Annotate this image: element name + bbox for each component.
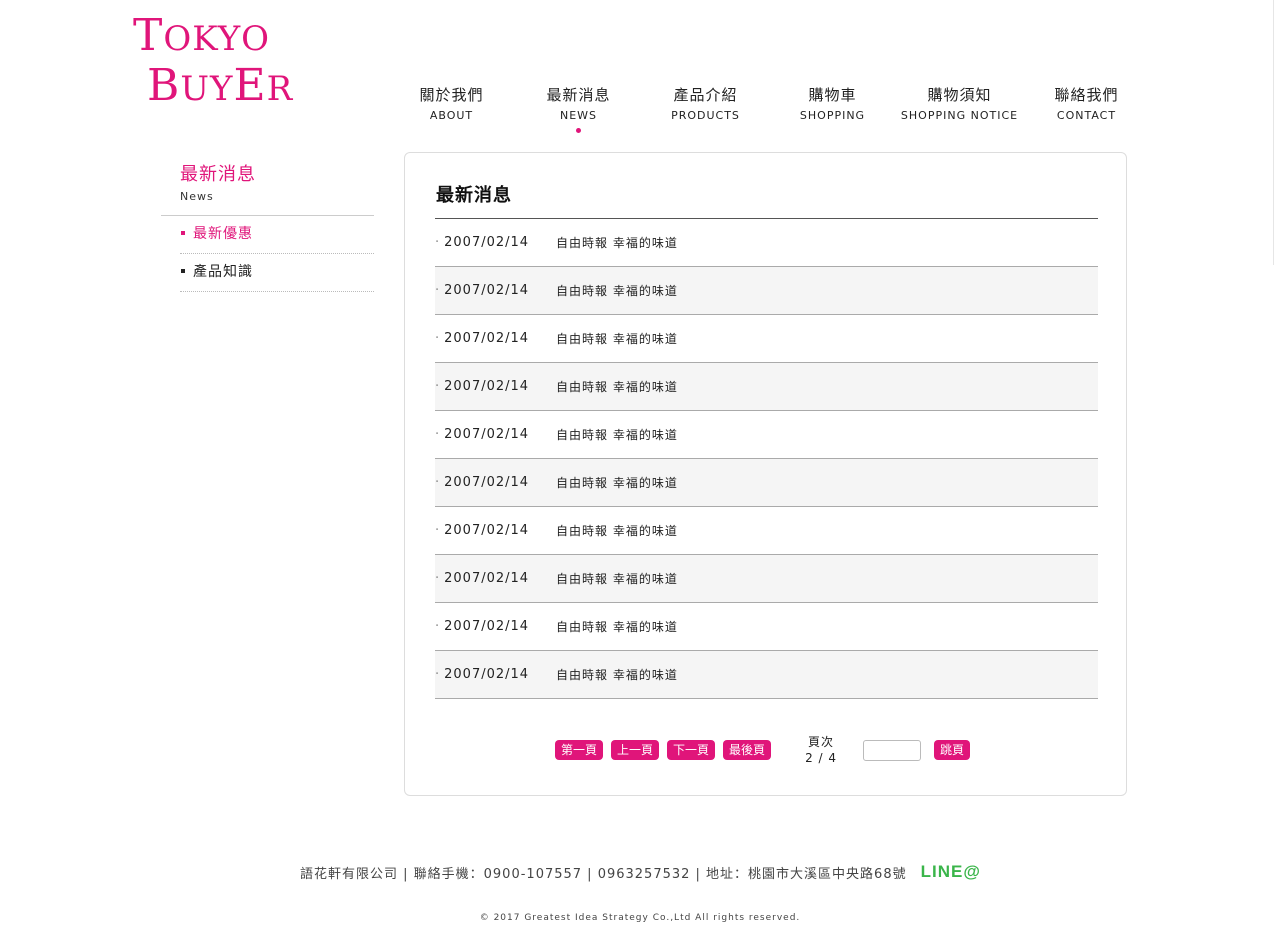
nav-label-en: PRODUCTS <box>671 109 740 122</box>
bullet-icon <box>181 231 185 235</box>
news-title[interactable]: 自由時報 幸福的味道 <box>556 282 678 299</box>
logo-text-uy: UY <box>180 69 234 109</box>
news-title[interactable]: 自由時報 幸福的味道 <box>556 522 678 539</box>
nav-label-zh: 聯絡我們 <box>1054 86 1119 104</box>
last-page-button[interactable]: 最後頁 <box>723 740 772 760</box>
sidebar-item-product-knowledge[interactable]: 產品知識 <box>180 254 374 292</box>
logo-text-r: R <box>266 69 294 109</box>
news-row[interactable]: 2007/02/14自由時報 幸福的味道 <box>435 267 1098 315</box>
nav-label-zh: 最新消息 <box>546 86 611 104</box>
nav-label-zh: 產品介紹 <box>673 86 738 104</box>
sidebar-subtitle: News <box>180 190 214 203</box>
news-title[interactable]: 自由時報 幸福的味道 <box>556 378 678 395</box>
nav-item-products[interactable]: 產品介紹 PRODUCTS <box>642 84 769 133</box>
news-title[interactable]: 自由時報 幸福的味道 <box>556 570 678 587</box>
logo-text-t: T <box>133 10 164 61</box>
jump-page-button[interactable]: 跳頁 <box>934 740 971 760</box>
news-title[interactable]: 自由時報 幸福的味道 <box>556 666 678 683</box>
logo-text-e: E <box>233 60 267 111</box>
nav-label-en: SHOPPING <box>799 109 866 122</box>
news-row[interactable]: 2007/02/14自由時報 幸福的味道 <box>435 603 1098 651</box>
nav-label-en: ABOUT <box>429 109 474 122</box>
next-page-button[interactable]: 下一頁 <box>667 740 716 760</box>
news-row[interactable]: 2007/02/14自由時報 幸福的味道 <box>435 315 1098 363</box>
news-row[interactable]: 2007/02/14自由時報 幸福的味道 <box>435 651 1098 699</box>
nav-label-en: CONTACT <box>1056 109 1117 122</box>
page-label: 頁次 <box>808 735 835 749</box>
nav-label-zh: 購物須知 <box>927 86 992 104</box>
news-row[interactable]: 2007/02/14自由時報 幸福的味道 <box>435 411 1098 459</box>
line-icon[interactable]: LINE@ <box>921 862 981 882</box>
page-info: 頁次 2 / 4 <box>805 734 837 766</box>
nav-item-shopping[interactable]: 購物車 SHOPPING <box>769 84 896 133</box>
sidebar-item-label: 最新優惠 <box>193 226 253 242</box>
news-row[interactable]: 2007/02/14自由時報 幸福的味道 <box>435 219 1098 267</box>
footer-copyright: © 2017 Greatest Idea Strategy Co.,Ltd Al… <box>479 913 801 923</box>
nav-item-contact[interactable]: 聯絡我們 CONTACT <box>1023 84 1150 133</box>
news-date: 2007/02/14 <box>435 379 556 394</box>
page-title: 最新消息 <box>436 185 512 206</box>
page-jump-input[interactable] <box>863 739 922 761</box>
news-title[interactable]: 自由時報 幸福的味道 <box>556 234 678 251</box>
news-row[interactable]: 2007/02/14自由時報 幸福的味道 <box>435 507 1098 555</box>
active-indicator-dot <box>576 128 581 133</box>
news-title[interactable]: 自由時報 幸福的味道 <box>556 330 678 347</box>
news-date: 2007/02/14 <box>435 667 556 682</box>
news-title[interactable]: 自由時報 幸福的味道 <box>556 618 678 635</box>
bullet-icon <box>181 269 185 273</box>
news-date: 2007/02/14 <box>435 475 556 490</box>
news-date: 2007/02/14 <box>435 523 556 538</box>
site-logo[interactable]: TOKYO BUYER <box>133 14 293 108</box>
logo-text-okyo: OKYO <box>163 19 271 59</box>
scrollbar[interactable] <box>1273 0 1280 265</box>
news-panel: 最新消息 2007/02/14自由時報 幸福的味道 2007/02/14自由時報… <box>404 152 1127 796</box>
news-date: 2007/02/14 <box>435 235 556 250</box>
nav-label-zh: 購物車 <box>808 86 857 104</box>
news-date: 2007/02/14 <box>435 427 556 442</box>
footer-info: 語花軒有限公司 | 聯絡手機：0900-107557 | 0963257532 … <box>300 862 981 882</box>
news-title[interactable]: 自由時報 幸福的味道 <box>556 474 678 491</box>
logo-text-b: B <box>147 60 181 111</box>
nav-item-news[interactable]: 最新消息 NEWS <box>515 84 642 133</box>
sidebar-item-label: 產品知識 <box>193 264 253 280</box>
footer-contact-text: 語花軒有限公司 | 聯絡手機：0900-107557 | 0963257532 … <box>300 866 907 882</box>
news-date: 2007/02/14 <box>435 619 556 634</box>
nav-item-shopping-notice[interactable]: 購物須知 SHOPPING NOTICE <box>896 84 1023 133</box>
sidebar-item-latest-offers[interactable]: 最新優惠 <box>180 216 374 254</box>
nav-label-zh: 關於我們 <box>419 86 484 104</box>
nav-label-en: SHOPPING NOTICE <box>900 109 1019 122</box>
prev-page-button[interactable]: 上一頁 <box>611 740 660 760</box>
sidebar-title: 最新消息 <box>180 164 256 185</box>
main-nav: 關於我們 ABOUT 最新消息 NEWS 產品介紹 PRODUCTS 購物車 S… <box>388 84 1150 133</box>
first-page-button[interactable]: 第一頁 <box>555 740 604 760</box>
sidebar: 最新消息 News 最新優惠 產品知識 <box>161 160 374 292</box>
news-row[interactable]: 2007/02/14自由時報 幸福的味道 <box>435 363 1098 411</box>
news-row[interactable]: 2007/02/14自由時報 幸福的味道 <box>435 459 1098 507</box>
news-row[interactable]: 2007/02/14自由時報 幸福的味道 <box>435 555 1098 603</box>
page-count: 2 / 4 <box>805 751 838 765</box>
news-date: 2007/02/14 <box>435 283 556 298</box>
news-date: 2007/02/14 <box>435 331 556 346</box>
news-title[interactable]: 自由時報 幸福的味道 <box>556 426 678 443</box>
pagination: 第一頁 上一頁 下一頁 最後頁 頁次 2 / 4 跳頁 <box>555 734 978 766</box>
news-list: 2007/02/14自由時報 幸福的味道 2007/02/14自由時報 幸福的味… <box>435 218 1098 699</box>
nav-label-en: NEWS <box>559 109 598 122</box>
nav-item-about[interactable]: 關於我們 ABOUT <box>388 84 515 133</box>
news-date: 2007/02/14 <box>435 571 556 586</box>
